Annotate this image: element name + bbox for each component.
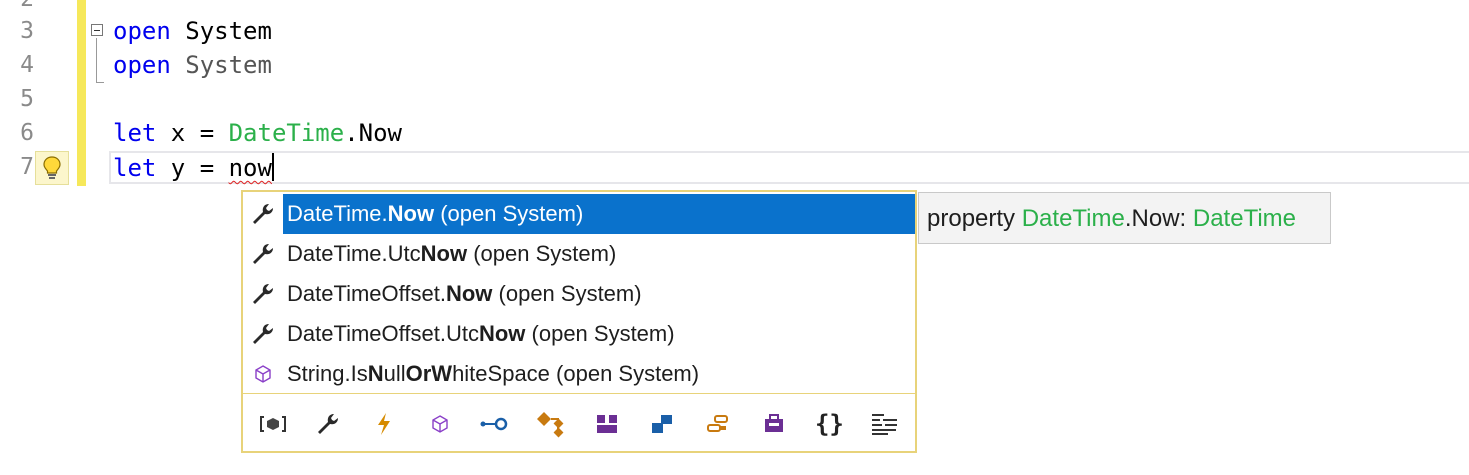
completion-item[interactable]: DateTimeOffset.Now (open System) [243, 274, 915, 314]
lightbulb-icon[interactable] [35, 151, 69, 185]
enum-filter-icon[interactable] [642, 404, 682, 444]
code-text: .Now [344, 119, 402, 147]
outline-guide-end [96, 82, 104, 83]
item-suffix: (open System) [492, 281, 642, 306]
method-filter-icon[interactable] [420, 404, 460, 444]
wrench-icon [243, 234, 283, 274]
code-text: System [170, 51, 272, 79]
keyword: let [113, 119, 157, 147]
wrench-icon [243, 194, 283, 234]
code-text: x = [156, 119, 229, 147]
keyword: let [113, 154, 157, 182]
item-match: Now [478, 321, 526, 346]
item-prefix: DateTimeOffset. [287, 281, 446, 306]
collapse-toggle[interactable] [91, 24, 103, 36]
event-filter-icon[interactable] [364, 404, 404, 444]
change-tracking-bar [77, 0, 86, 186]
item-suffix: (open System) [467, 241, 617, 266]
item-text: hiteSpace [452, 361, 550, 386]
tooltip-return-type: DateTime [1192, 205, 1297, 232]
completion-item[interactable]: String.IsNullOrWhiteSpace (open System) [243, 354, 915, 394]
class-filter-icon[interactable] [531, 404, 571, 444]
completion-filter-bar: {} [245, 402, 913, 446]
line-number: 5 [20, 86, 34, 112]
item-suffix: (open System) [549, 361, 700, 386]
code-line-6[interactable]: let x = DateTime.Now [113, 119, 402, 147]
wrench-icon [243, 314, 283, 354]
item-suffix: (open System) [525, 321, 675, 346]
item-prefix: DateTimeOffset.Utc [287, 321, 479, 346]
namespace-filter-icon[interactable] [253, 404, 293, 444]
property-filter-icon[interactable] [308, 404, 348, 444]
code-text: y = [156, 154, 229, 182]
tooltip-type: DateTime [1021, 205, 1125, 232]
item-match: W [431, 361, 453, 386]
line-number: 7 [20, 154, 34, 180]
item-prefix: DateTime. [287, 201, 388, 226]
outline-guide [96, 38, 97, 82]
popup-separator [243, 393, 915, 394]
field-filter-icon[interactable] [698, 404, 738, 444]
keyword: open [113, 17, 171, 45]
item-text: ull [383, 361, 406, 386]
error-squiggle-text: now [228, 154, 272, 182]
item-match: N [367, 361, 384, 386]
item-match: Now [387, 201, 435, 226]
text-caret [271, 153, 274, 181]
keyword: open [113, 51, 171, 79]
current-line-highlight [109, 151, 1469, 184]
completion-list[interactable]: DateTime.Now (open System) DateTime.UtcN… [241, 190, 917, 453]
code-line-3[interactable]: open System [113, 17, 272, 45]
snippet-filter-icon[interactable] [865, 404, 905, 444]
item-match: Now [445, 281, 493, 306]
tooltip-kind: property [927, 205, 1022, 232]
item-text: String.Is [287, 361, 368, 386]
code-line-4[interactable]: open System [113, 51, 272, 79]
completion-item[interactable]: DateTime.Now (open System) [243, 194, 915, 234]
code-line-7[interactable]: let y = now [113, 153, 274, 182]
type-name: DateTime [228, 119, 345, 147]
interface-filter-icon[interactable] [475, 404, 515, 444]
line-number: 6 [20, 120, 34, 146]
completion-item[interactable]: DateTime.UtcNow (open System) [243, 234, 915, 274]
line-number: 2 [0, 0, 34, 12]
completion-item[interactable]: DateTimeOffset.UtcNow (open System) [243, 314, 915, 354]
struct-filter-icon[interactable] [587, 404, 627, 444]
braces-filter-icon[interactable]: {} [809, 404, 849, 444]
line-number: 4 [20, 52, 34, 78]
item-suffix: (open System) [434, 201, 584, 226]
item-match: Or [405, 361, 432, 386]
line-number: 3 [20, 18, 34, 44]
quick-info-tooltip: property DateTime.Now: DateTime [918, 192, 1331, 244]
cube-icon [243, 354, 283, 394]
tooltip-member: .Now: [1124, 205, 1193, 232]
item-prefix: DateTime.Utc [287, 241, 421, 266]
wrench-icon [243, 274, 283, 314]
module-filter-icon[interactable] [754, 404, 794, 444]
item-match: Now [420, 241, 468, 266]
code-text: System [170, 17, 272, 45]
